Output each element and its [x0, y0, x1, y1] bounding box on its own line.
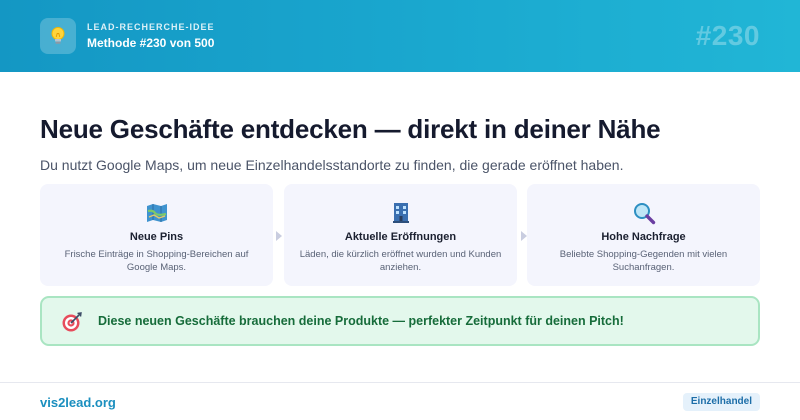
- site-link[interactable]: vis2lead.org: [40, 395, 116, 410]
- step-description: Beliebte Shopping-Gegenden mit vielen Su…: [559, 249, 728, 273]
- building-icon: [392, 203, 409, 223]
- step-card-recent-openings: Aktuelle Eröffnungen Läden, die kürzlich…: [284, 184, 517, 286]
- pitch-callout: Diese neuen Geschäfte brauchen deine Pro…: [40, 296, 760, 346]
- method-counter: Methode #230 von 500: [87, 36, 215, 50]
- magnifier-icon: [633, 203, 655, 225]
- eyebrow-label: LEAD-RECHERCHE-IDEE: [87, 22, 215, 32]
- step-title: Aktuelle Eröffnungen: [344, 231, 457, 243]
- category-tag: Einzelhandel: [682, 393, 760, 411]
- page-title: Neue Geschäfte entdecken — direkt in dei…: [40, 114, 661, 144]
- step-card-new-pins: Neue Pins Frische Einträge in Shopping-B…: [40, 184, 273, 286]
- method-number: #230: [695, 20, 760, 51]
- footer-divider: [0, 382, 800, 383]
- header-banner: LEAD-RECHERCHE-IDEE Methode #230 von 500…: [0, 0, 800, 72]
- target-icon: [62, 312, 82, 332]
- logo-badge: [40, 18, 76, 54]
- chevron-right-icon: [276, 231, 282, 241]
- step-title: Neue Pins: [129, 231, 184, 243]
- step-card-high-demand: Hohe Nachfrage Beliebte Shopping-Gegende…: [527, 184, 760, 286]
- map-icon: [146, 204, 167, 222]
- step-description: Frische Einträge in Shopping-Bereichen a…: [64, 249, 249, 273]
- step-title: Hohe Nachfrage: [601, 231, 686, 243]
- lightbulb-icon: [51, 27, 65, 44]
- callout-text: Diese neuen Geschäfte brauchen deine Pro…: [98, 314, 624, 328]
- page-subtitle: Du nutzt Google Maps, um neue Einzelhand…: [40, 157, 624, 173]
- step-description: Läden, die kürzlich eröffnet wurden und …: [299, 249, 502, 273]
